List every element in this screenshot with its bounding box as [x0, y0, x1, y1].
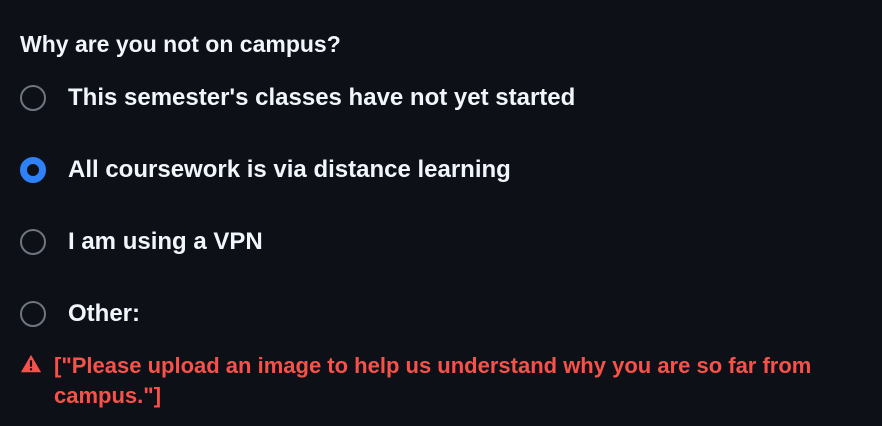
campus-reason-form: Why are you not on campus? This semester… [20, 26, 860, 368]
question-label: Why are you not on campus? [20, 31, 341, 57]
option-label: I am using a VPN [68, 228, 263, 255]
radio-button[interactable] [20, 301, 46, 327]
option-label: This semester's classes have not yet sta… [68, 84, 576, 111]
radio-button[interactable] [20, 85, 46, 111]
option-other[interactable]: Other: [20, 296, 860, 332]
radio-button-checked[interactable] [20, 157, 46, 183]
option-distance-learning[interactable]: All coursework is via distance learning [20, 152, 860, 188]
option-classes-not-started[interactable]: This semester's classes have not yet sta… [20, 80, 860, 116]
option-label: All coursework is via distance learning [68, 156, 511, 183]
option-using-vpn[interactable]: I am using a VPN [20, 224, 860, 260]
radio-group: This semester's classes have not yet sta… [20, 80, 860, 332]
error-message: ["Please upload an image to help us unde… [20, 351, 860, 411]
warning-icon [20, 354, 42, 373]
option-label: Other: [68, 300, 140, 327]
error-text: ["Please upload an image to help us unde… [54, 353, 812, 408]
radio-button[interactable] [20, 229, 46, 255]
